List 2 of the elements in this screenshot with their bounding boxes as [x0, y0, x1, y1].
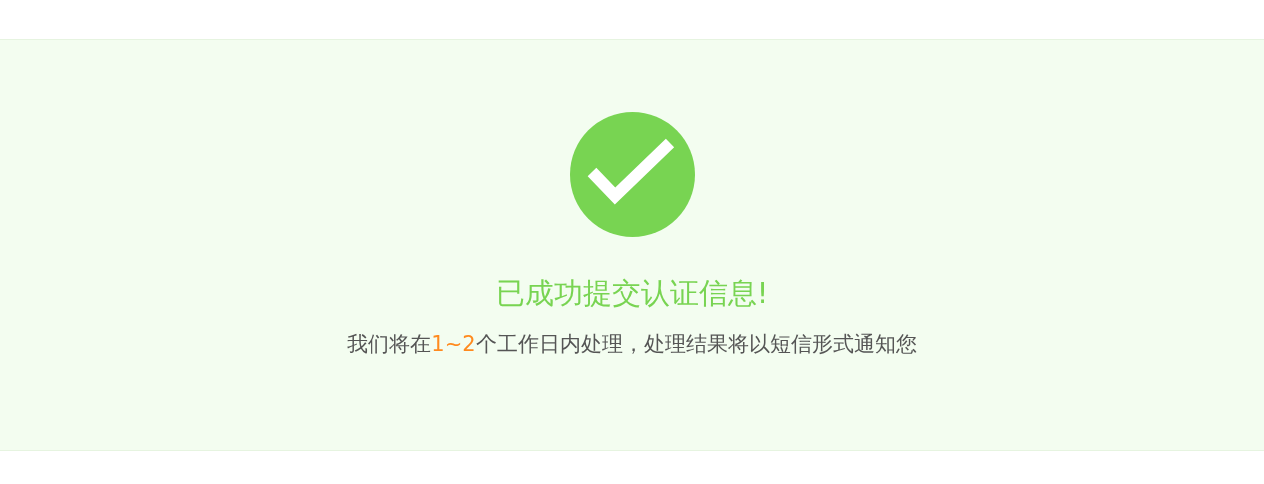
- success-title: 已成功提交认证信息!: [495, 275, 769, 312]
- notice-text: 我们将在1~2个工作日内处理，处理结果将以短信形式通知您: [347, 331, 917, 358]
